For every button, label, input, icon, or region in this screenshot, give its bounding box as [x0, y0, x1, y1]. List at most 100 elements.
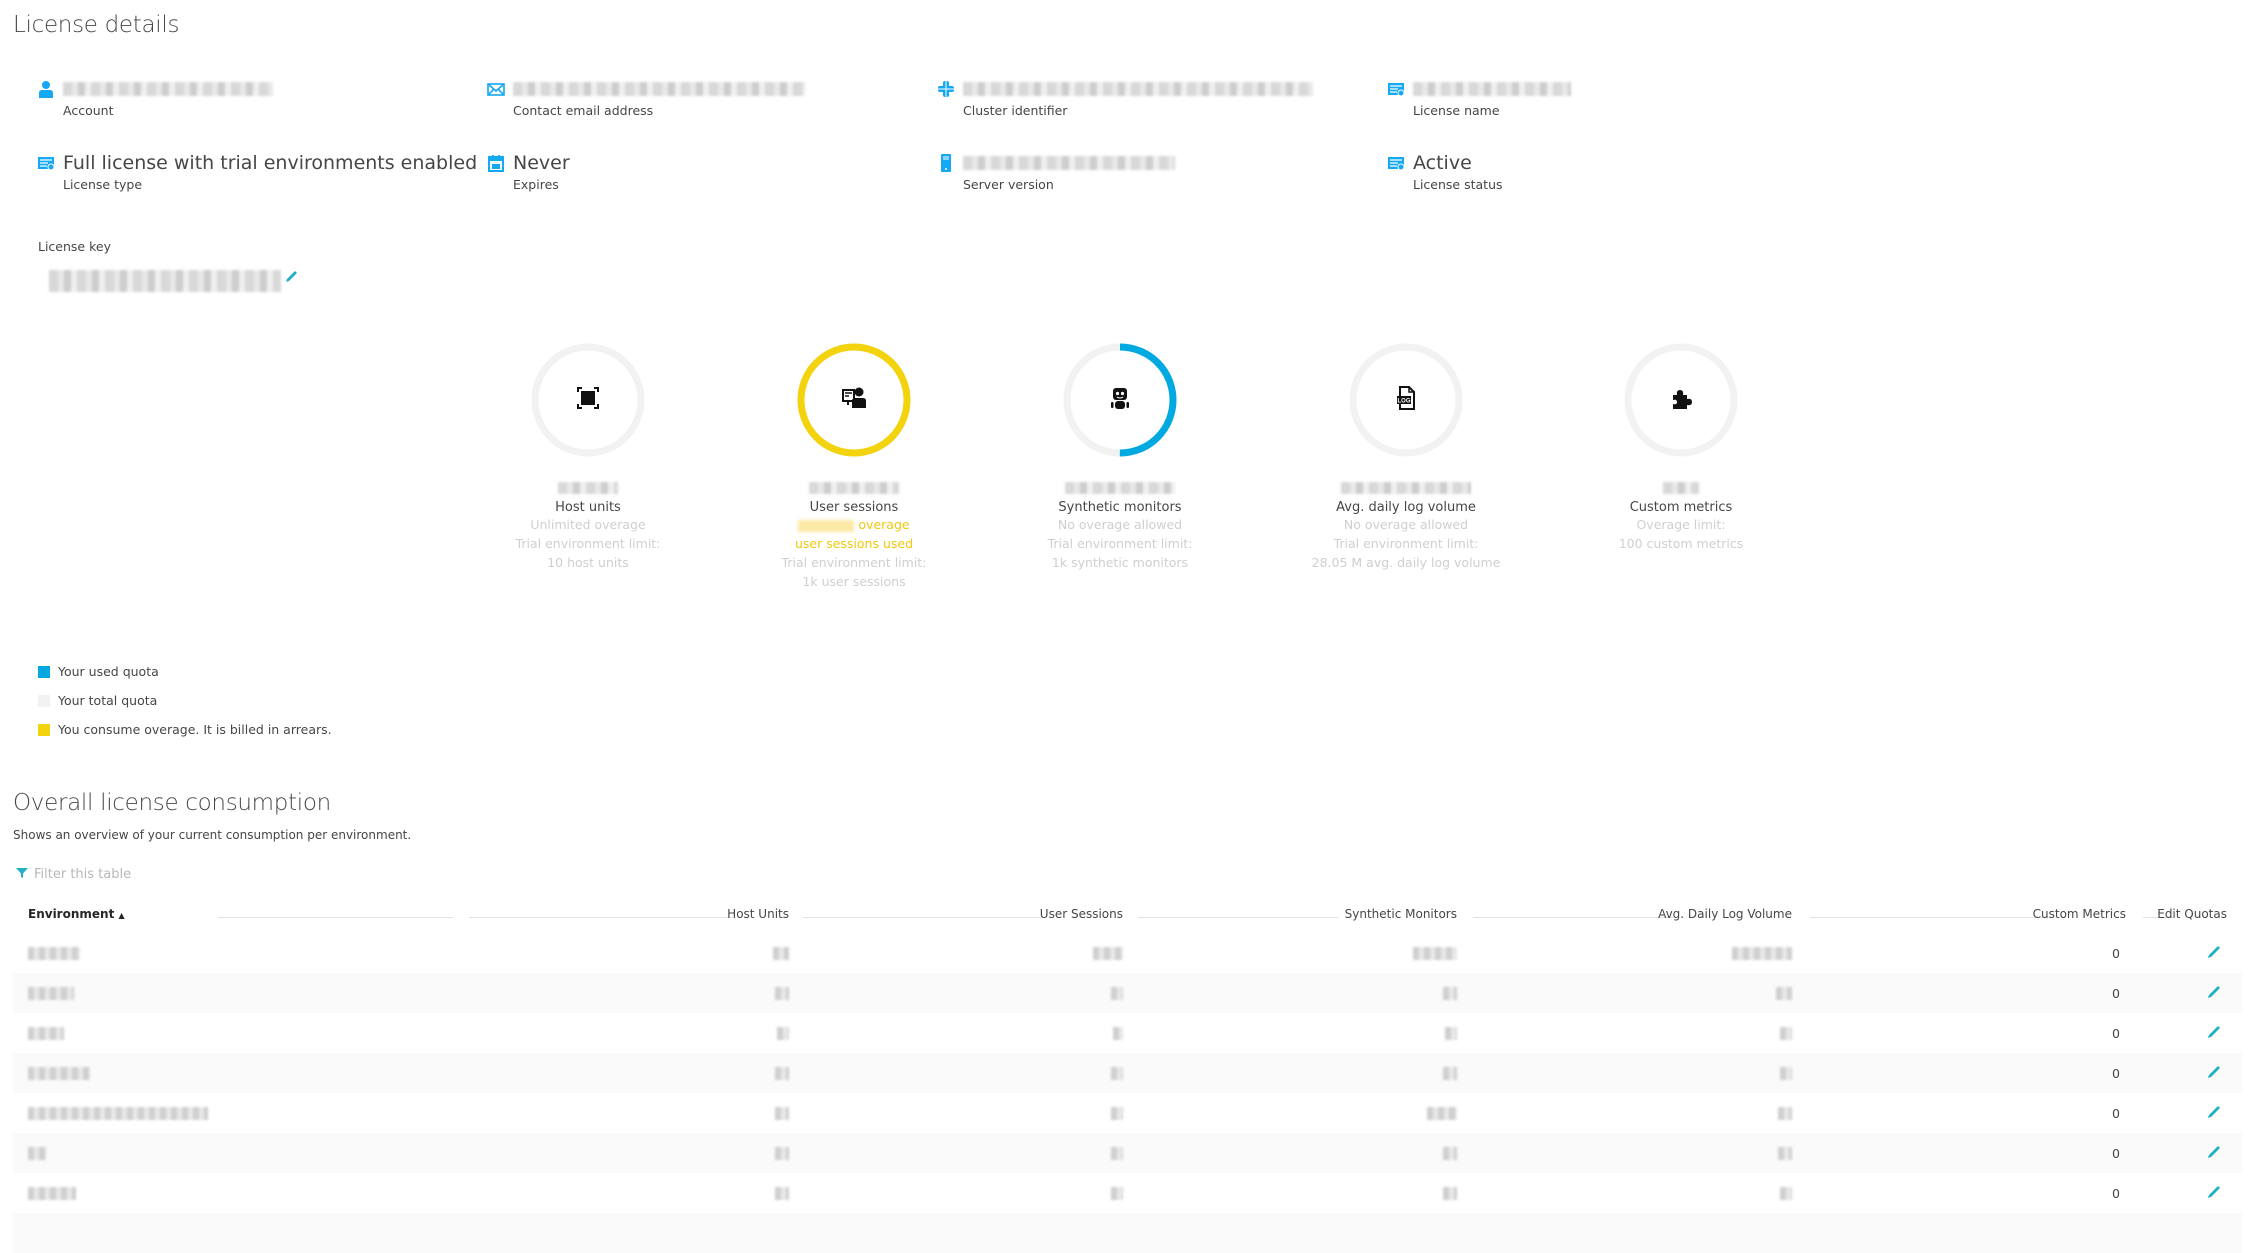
table-header: Environment ▲ Host Units User Sessions Synt…	[13, 903, 2242, 933]
value-cell-redacted	[1780, 1027, 1792, 1040]
edit-quotas-button[interactable]	[2207, 1024, 2222, 1039]
license-icon	[37, 154, 55, 172]
column-header-user-sessions[interactable]: User Sessions	[1040, 907, 1123, 921]
column-header-custom-metrics[interactable]: Custom Metrics	[2033, 907, 2126, 921]
gauge-synthetic-monitors: Synthetic monitors No overage allowed Tri…	[1000, 340, 1240, 572]
environment-cell-redacted[interactable]	[28, 1067, 90, 1080]
contact-email-label: Contact email address	[513, 103, 654, 118]
column-header-avg-daily-log-volume[interactable]: Avg. Daily Log Volume	[1658, 907, 1792, 921]
environment-cell-redacted[interactable]	[28, 1147, 46, 1160]
value-cell-redacted	[1778, 1107, 1792, 1120]
gauge-log-volume: LOG Avg. daily log volume No overage all…	[1286, 340, 1526, 572]
legend-label: Your used quota	[58, 664, 159, 679]
column-header-environment[interactable]: Environment ▲	[28, 907, 125, 921]
edit-license-key-button[interactable]	[285, 268, 299, 282]
environment-cell-redacted[interactable]	[28, 1187, 76, 1200]
legend-label: You consume overage. It is billed in arr…	[58, 722, 332, 737]
license-name-value-redacted	[1413, 82, 1571, 96]
legend-label: Your total quota	[58, 693, 158, 708]
consumption-subtitle: Shows an overview of your current consum…	[13, 828, 412, 842]
environment-cell-redacted[interactable]	[28, 1027, 64, 1040]
gauge-title: Avg. daily log volume	[1336, 500, 1476, 515]
table-row[interactable]: 0	[13, 1133, 2242, 1173]
environment-cell-redacted[interactable]	[28, 947, 80, 960]
value-cell-redacted	[775, 1147, 789, 1160]
edit-quotas-button[interactable]	[2207, 1184, 2222, 1199]
environment-cell-redacted[interactable]	[28, 987, 74, 1000]
cluster-id-label: Cluster identifier	[963, 103, 1068, 118]
filter-table-input[interactable]: Filter this table	[16, 867, 131, 882]
gauge-info-line: 1k user sessions	[802, 574, 906, 589]
gauge-info-line: 100 custom metrics	[1618, 536, 1744, 551]
value-cell-redacted	[1445, 1027, 1457, 1040]
table-row[interactable]: 0	[13, 973, 2242, 1013]
gauge-value-redacted	[809, 482, 899, 494]
value-cell-redacted	[1111, 987, 1123, 1000]
value-cell-redacted	[1776, 987, 1792, 1000]
gauge-info-line: Trial environment limit:	[781, 555, 927, 570]
cluster-id-value-redacted	[963, 82, 1313, 96]
value-cell-redacted	[1111, 1067, 1123, 1080]
license-key-label: License key	[38, 239, 111, 254]
license-status-label: License status	[1413, 177, 1503, 192]
header-divider	[1138, 917, 1338, 918]
edit-quotas-button[interactable]	[2207, 1144, 2222, 1159]
table-row-partial	[13, 1213, 2242, 1253]
gauge-title: User sessions	[809, 500, 899, 515]
value-cell-redacted	[775, 1187, 789, 1200]
gauge-overage-note: user sessions used	[794, 536, 914, 551]
robot-icon	[1106, 384, 1134, 412]
environment-cell-redacted[interactable]	[28, 1107, 208, 1120]
header-divider	[218, 917, 453, 918]
table-row[interactable]: 0	[13, 1173, 2242, 1213]
column-header-host-units[interactable]: Host Units	[727, 907, 789, 921]
account-label: Account	[63, 103, 114, 118]
value-cell-redacted	[775, 1067, 789, 1080]
edit-quotas-button[interactable]	[2207, 1064, 2222, 1079]
header-divider	[469, 917, 733, 918]
value-cell-redacted	[1111, 1187, 1123, 1200]
table-row[interactable]: 0	[13, 1013, 2242, 1053]
gauge-info-line: 28.05 M avg. daily log volume	[1311, 555, 1501, 570]
pencil-icon	[286, 271, 297, 282]
value-cell-redacted	[775, 987, 789, 1000]
gauge-info-line: Trial environment limit:	[1333, 536, 1479, 551]
gauge-info-line: Trial environment limit:	[1047, 536, 1193, 551]
server-icon	[937, 154, 955, 172]
pencil-icon	[2208, 986, 2220, 998]
user-session-icon	[840, 384, 868, 412]
table-row[interactable]: 0	[13, 1053, 2242, 1093]
header-divider	[1473, 917, 1676, 918]
gauge-value-redacted	[558, 482, 618, 494]
filter-placeholder: Filter this table	[34, 867, 132, 882]
legend-swatch-overage	[38, 724, 50, 736]
value-cell-redacted	[1443, 1067, 1457, 1080]
column-header-edit-quotas[interactable]: Edit Quotas	[2157, 907, 2227, 921]
envelope-icon	[487, 80, 505, 98]
gauge-info-line: No overage allowed	[1343, 517, 1469, 532]
puzzle-icon	[1667, 384, 1695, 412]
filter-icon	[16, 868, 28, 878]
pencil-icon	[2208, 946, 2220, 958]
gauge-title: Host units	[555, 500, 621, 515]
license-icon	[1387, 154, 1405, 172]
custom-metrics-cell: 0	[2112, 1186, 2120, 1201]
header-divider	[1810, 917, 2043, 918]
table-row[interactable]: 0	[13, 933, 2242, 973]
sort-ascending-icon: ▲	[118, 911, 125, 920]
header-divider	[803, 917, 1043, 918]
gauge-info-line: No overage allowed	[1057, 517, 1183, 532]
edit-quotas-button[interactable]	[2207, 984, 2222, 999]
table-row[interactable]: 0	[13, 1093, 2242, 1133]
column-header-synthetic-monitors[interactable]: Synthetic Monitors	[1345, 907, 1457, 921]
pencil-icon	[2208, 1146, 2220, 1158]
license-key-value	[49, 270, 281, 292]
value-cell-redacted	[1778, 1147, 1792, 1160]
license-icon	[1387, 80, 1405, 98]
value-cell-redacted	[1111, 1147, 1123, 1160]
edit-quotas-button[interactable]	[2207, 1104, 2222, 1119]
edit-quotas-button[interactable]	[2207, 944, 2222, 959]
cluster-icon	[937, 80, 955, 98]
gauge-overage-amount: overage	[734, 515, 974, 534]
value-cell-redacted	[1780, 1067, 1792, 1080]
